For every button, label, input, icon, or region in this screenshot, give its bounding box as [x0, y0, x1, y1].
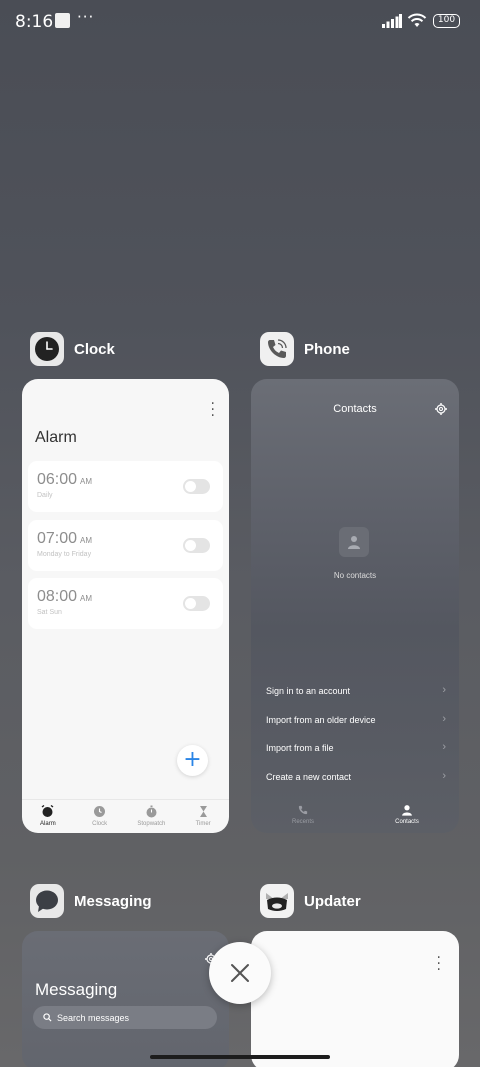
alarm-repeat: Daily — [37, 492, 53, 499]
alarm-time: 08:00 AM — [37, 588, 93, 605]
create-contact-option[interactable]: Create a new contact › — [266, 770, 446, 782]
tab-recents-label: Recents — [291, 819, 314, 825]
alarm-toggle[interactable] — [183, 479, 210, 494]
messaging-app-card[interactable]: Messaging Search messages — [22, 931, 229, 1067]
updater-app-header[interactable]: Updater — [260, 884, 361, 918]
more-options-icon[interactable]: · · · — [437, 951, 441, 977]
phone-bottom-nav: Recents Contacts — [251, 799, 459, 833]
tab-contacts-label: Contacts — [395, 819, 419, 825]
tab-recents[interactable]: Recents — [251, 799, 355, 833]
alarm-toggle[interactable] — [183, 538, 210, 553]
chevron-right-icon: › — [442, 713, 446, 725]
alarm-icon — [41, 805, 54, 817]
contacts-title: Contacts — [333, 403, 377, 415]
tab-alarm-label: Alarm — [40, 821, 56, 827]
alarm-time: 07:00 AM — [37, 530, 93, 547]
tab-contacts[interactable]: Contacts — [355, 799, 459, 833]
updater-app-name: Updater — [304, 892, 361, 910]
clear-all-button[interactable] — [209, 942, 271, 1004]
add-alarm-button[interactable]: + — [177, 745, 208, 776]
battery-indicator: 100 — [433, 14, 460, 28]
clock-app-name: Clock — [74, 340, 115, 358]
more-notifications-icon: ··· — [77, 8, 95, 26]
clock-app-icon — [30, 332, 64, 366]
phone-app-name: Phone — [304, 340, 350, 358]
phone-recents-icon — [298, 805, 308, 815]
alarm-repeat: Sat Sun — [37, 609, 62, 616]
contacts-icon — [402, 805, 412, 816]
tab-timer-label: Timer — [195, 821, 211, 827]
home-indicator[interactable] — [150, 1055, 330, 1059]
signal-icon — [382, 14, 402, 28]
chevron-right-icon: › — [442, 741, 446, 753]
phone-app-icon — [260, 332, 294, 366]
gear-icon[interactable] — [435, 403, 447, 415]
search-icon — [43, 1013, 52, 1022]
status-bar: 8:16 ··· 100 — [0, 0, 480, 44]
tab-stopwatch-label: Stopwatch — [137, 821, 166, 827]
alarm-toggle[interactable] — [183, 596, 210, 611]
alarm-item[interactable]: 08:00 AM Sat Sun — [28, 578, 223, 629]
wifi-icon — [407, 13, 427, 27]
tab-alarm[interactable]: Alarm — [22, 800, 74, 833]
alarm-item[interactable]: 06:00 AM Daily — [28, 461, 223, 512]
clock-bottom-nav: Alarm Clock Stopwatch Timer — [22, 799, 229, 833]
tab-stopwatch[interactable]: Stopwatch — [126, 800, 178, 833]
tab-clock[interactable]: Clock — [74, 800, 126, 833]
empty-contact-icon — [339, 527, 369, 557]
messaging-app-icon — [30, 884, 64, 918]
status-time: 8:16 — [15, 12, 54, 32]
close-icon — [231, 964, 249, 982]
messaging-title: Messaging — [35, 980, 118, 999]
phone-app-card[interactable]: Contacts No contacts Sign in to an accou… — [251, 379, 459, 833]
phone-app-header[interactable]: Phone — [260, 332, 350, 366]
alarm-screen-title: Alarm — [35, 429, 77, 446]
messaging-app-name: Messaging — [74, 892, 152, 910]
clock-app-card[interactable]: · · · Alarm 06:00 AM Daily 07:00 AM Monday t… — [22, 379, 229, 833]
tab-clock-label: Clock — [92, 821, 108, 827]
clock-icon — [94, 806, 106, 817]
alarm-repeat: Monday to Friday — [37, 551, 92, 558]
updater-icon — [266, 893, 288, 911]
messaging-app-header[interactable]: Messaging — [30, 884, 152, 918]
notification-icon — [55, 13, 70, 28]
chevron-right-icon: › — [442, 684, 446, 696]
alarm-item[interactable]: 07:00 AM Monday to Friday — [28, 520, 223, 571]
phone-icon — [268, 339, 287, 358]
hourglass-icon — [199, 806, 207, 817]
no-contacts-text: No contacts — [333, 571, 377, 580]
tab-timer[interactable]: Timer — [177, 800, 229, 833]
stopwatch-icon — [146, 805, 157, 818]
sign-in-account-option[interactable]: Sign in to an account › — [266, 684, 446, 696]
alarm-time: 06:00 AM — [37, 471, 93, 488]
search-messages-input[interactable]: Search messages — [33, 1006, 217, 1029]
clock-app-header[interactable]: Clock — [30, 332, 115, 366]
chevron-right-icon: › — [442, 770, 446, 782]
import-older-device-option[interactable]: Import from an older device › — [266, 713, 446, 725]
updater-app-icon — [260, 884, 294, 918]
more-options-icon[interactable]: · · · — [211, 397, 215, 423]
chat-bubble-icon — [36, 890, 58, 912]
import-file-option[interactable]: Import from a file › — [266, 741, 446, 753]
search-placeholder: Search messages — [57, 1012, 130, 1023]
updater-app-card[interactable]: · · · — [251, 931, 459, 1067]
